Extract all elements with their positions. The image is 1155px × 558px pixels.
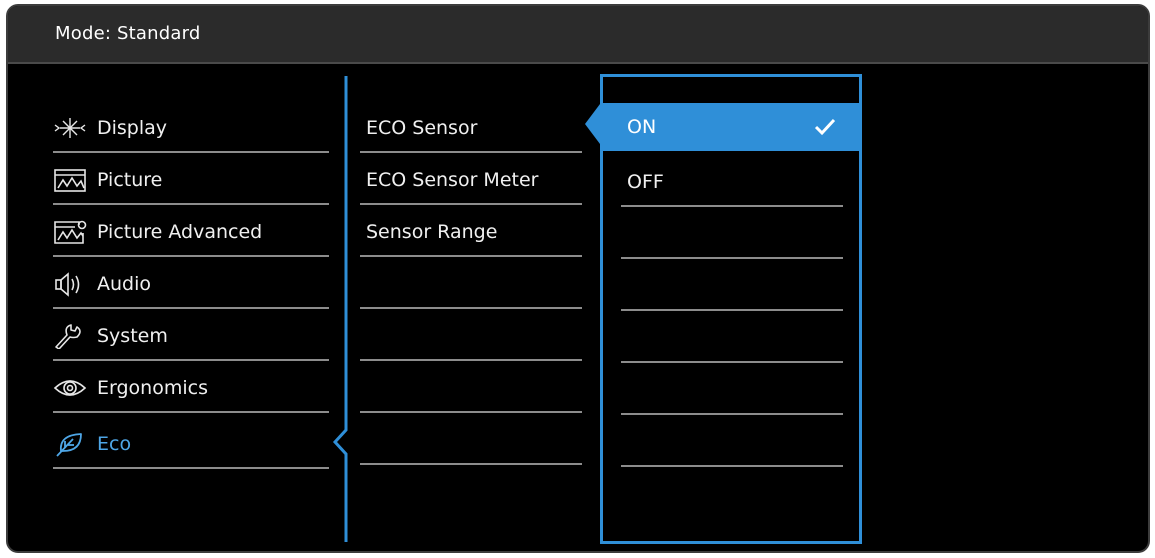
menu-item-eco[interactable]: Eco <box>53 417 329 469</box>
menu-label-audio: Audio <box>97 273 152 295</box>
menu-item-audio[interactable]: Audio <box>53 257 329 309</box>
menu-item-system[interactable]: System <box>53 309 329 361</box>
column-divider <box>332 76 348 542</box>
submenu-label-sensor-range: Sensor Range <box>366 221 498 243</box>
leaf-icon <box>53 431 87 457</box>
option-label-on: ON <box>627 116 657 138</box>
submenu-empty-slot <box>360 309 582 361</box>
menu-label-picture: Picture <box>97 169 163 191</box>
picture-advanced-icon <box>53 219 87 245</box>
submenu-label-eco-sensor: ECO Sensor <box>366 117 478 139</box>
submenu-label-eco-sensor-meter: ECO Sensor Meter <box>366 169 539 191</box>
menu-item-display[interactable]: Display <box>53 101 329 153</box>
option-off[interactable]: OFF <box>621 155 843 207</box>
option-empty-slot <box>621 363 843 415</box>
menu-item-ergonomics[interactable]: Ergonomics <box>53 361 329 413</box>
option-empty-slot <box>621 415 843 467</box>
option-empty-slot <box>621 259 843 311</box>
submenu-item-eco-sensor[interactable]: ECO Sensor <box>360 101 582 153</box>
menu-label-picture-advanced: Picture Advanced <box>97 221 263 243</box>
menu-label-eco: Eco <box>97 433 132 455</box>
menu-item-picture[interactable]: Picture <box>53 153 329 205</box>
picture-icon <box>53 167 87 193</box>
menu-label-ergonomics: Ergonomics <box>97 377 208 399</box>
eye-icon <box>53 375 87 401</box>
options-panel: ON OFF <box>600 74 862 544</box>
header-bar: Mode: Standard <box>8 6 1148 64</box>
menu-label-system: System <box>97 325 168 347</box>
option-empty-slot <box>621 207 843 259</box>
option-on[interactable]: ON <box>603 103 859 151</box>
option-empty-slot <box>621 311 843 363</box>
option-label-off: OFF <box>627 171 664 193</box>
menu-label-display: Display <box>97 117 168 139</box>
mode-title: Mode: Standard <box>55 23 201 44</box>
submenu-empty-slot <box>360 257 582 309</box>
checkmark-icon <box>814 118 836 136</box>
submenu-empty-slot <box>360 413 582 465</box>
display-icon <box>53 115 87 141</box>
submenu-item-eco-sensor-meter[interactable]: ECO Sensor Meter <box>360 153 582 205</box>
wrench-icon <box>53 323 87 350</box>
submenu-item-sensor-range[interactable]: Sensor Range <box>360 205 582 257</box>
speaker-icon <box>53 271 87 297</box>
menu-item-picture-advanced[interactable]: Picture Advanced <box>53 205 329 257</box>
submenu-empty-slot <box>360 361 582 413</box>
osd-window: Mode: Standard Display Picture Picture A… <box>6 4 1150 553</box>
